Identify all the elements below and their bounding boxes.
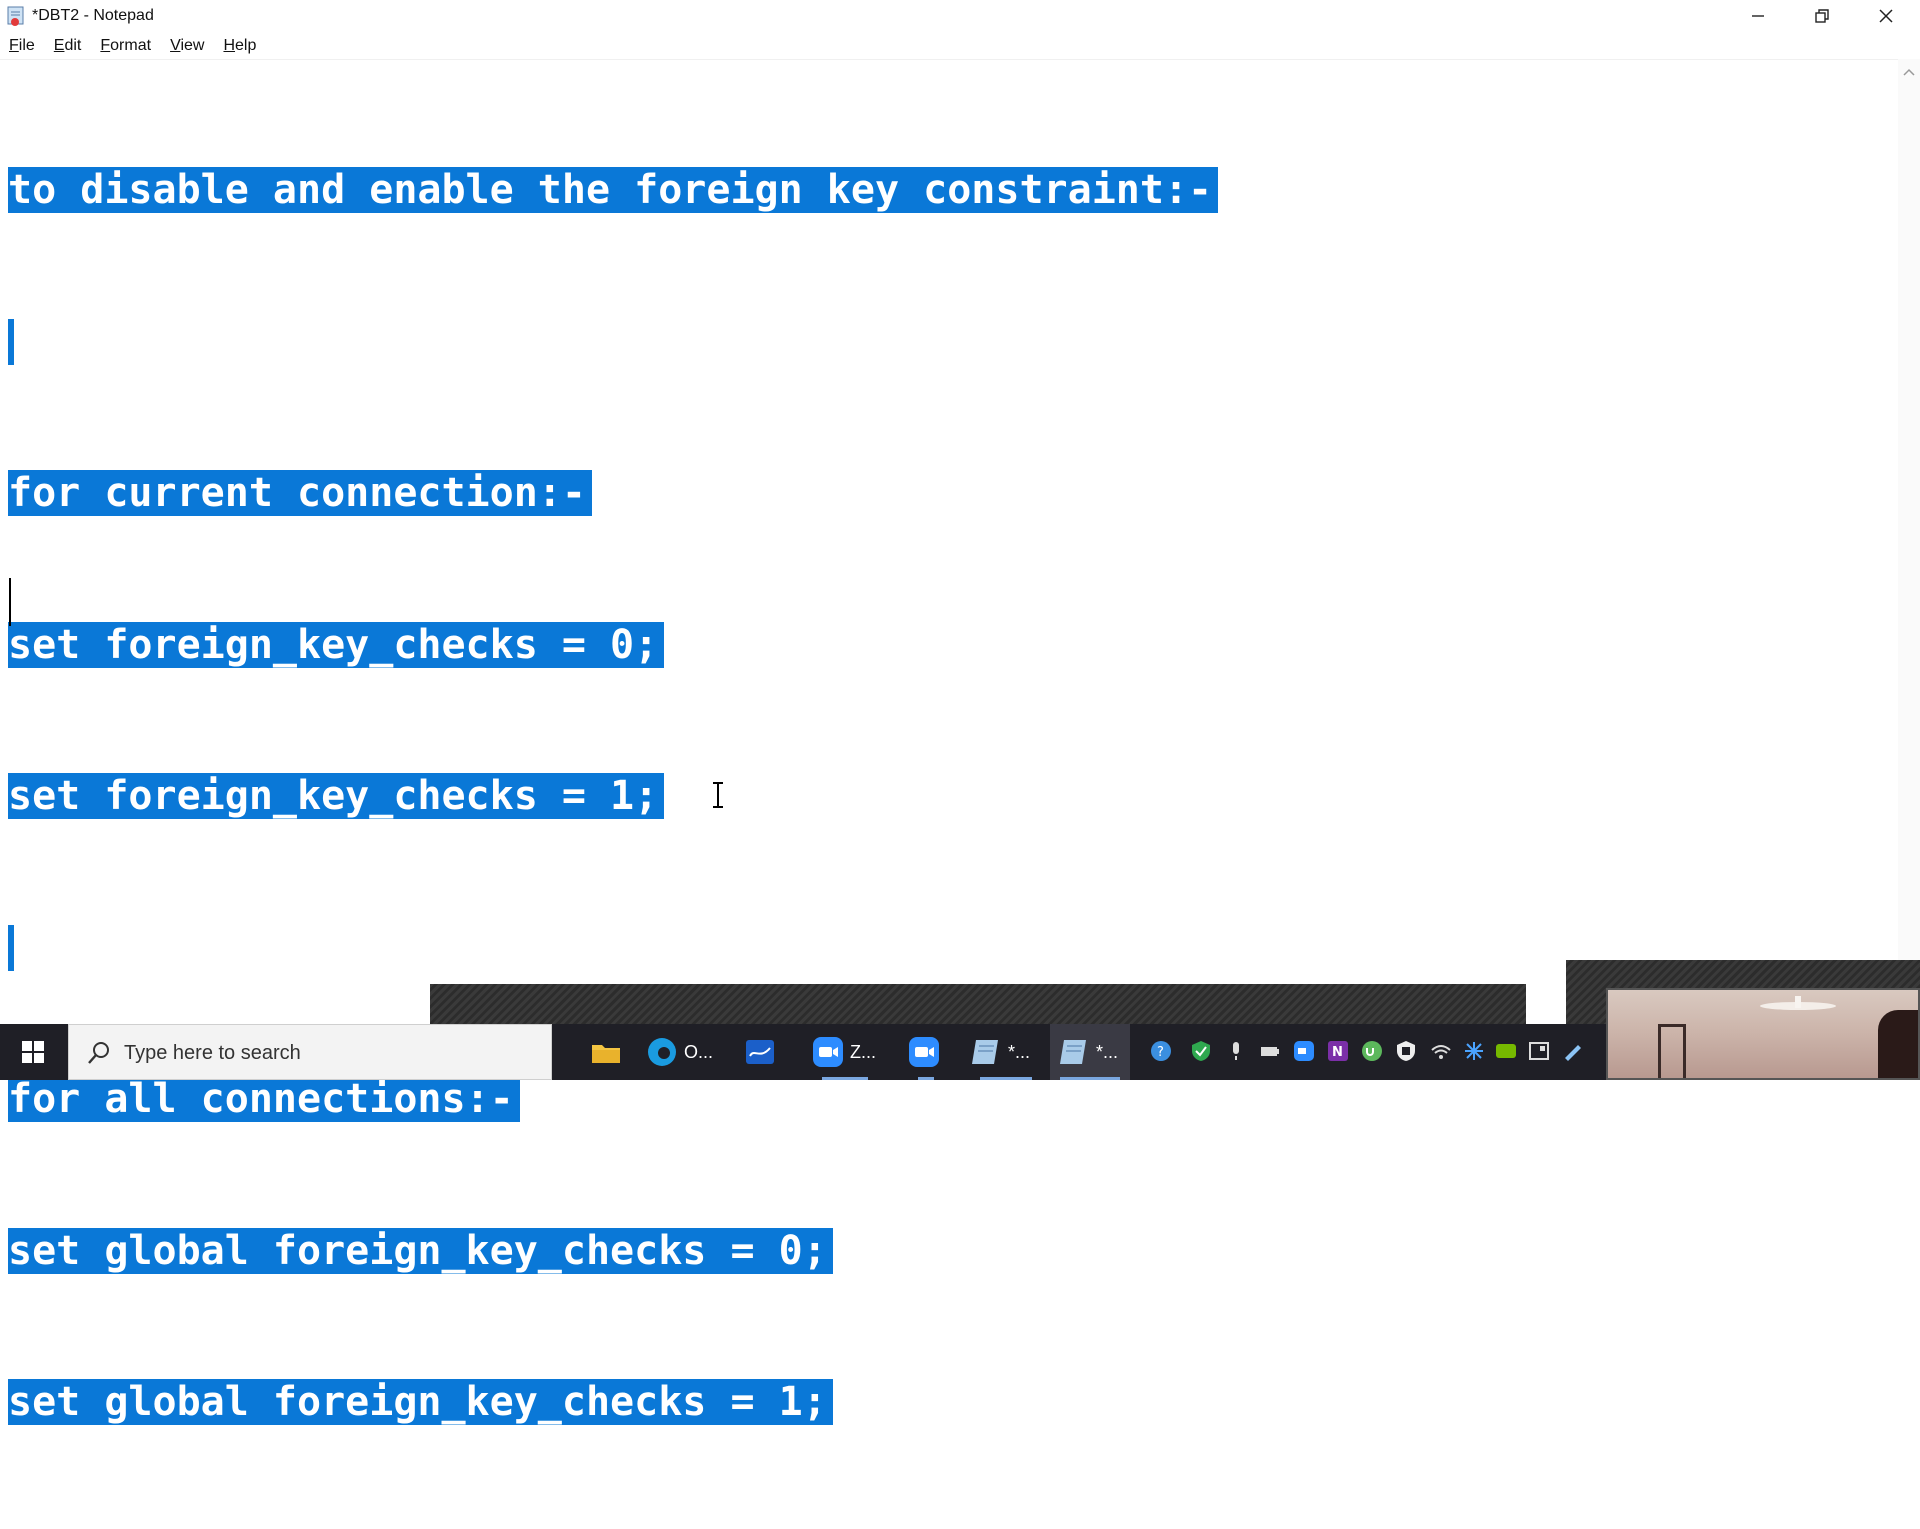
menu-bar: File Edit Format View Help — [0, 34, 275, 58]
search-placeholder: Type here to search — [124, 1042, 301, 1064]
menu-view[interactable]: View — [170, 37, 204, 55]
menu-help[interactable]: Help — [223, 37, 256, 55]
text-line: to disable and enable the foreign key co… — [8, 167, 1219, 213]
person-silhouette — [1878, 1010, 1918, 1078]
zoom-tray-icon[interactable] — [1293, 1040, 1315, 1062]
menu-file[interactable]: File — [9, 37, 35, 55]
taskbar-app-file-explorer[interactable] — [590, 1024, 630, 1080]
folder-icon — [592, 1045, 620, 1063]
menu-format[interactable]: Format — [100, 37, 151, 55]
ibeam-cursor-icon — [713, 782, 723, 808]
text-line: set foreign_key_checks = 0; — [8, 621, 665, 668]
taskbar-app-zoom[interactable]: Z... — [812, 1024, 878, 1080]
notepad-icon — [1060, 1040, 1086, 1064]
svg-text:?: ? — [1157, 1045, 1164, 1060]
restore-button[interactable] — [1790, 0, 1854, 32]
nvidia-icon[interactable] — [1495, 1040, 1517, 1062]
editor-content: to disable and enable the foreign key co… — [8, 64, 1219, 1529]
restore-icon — [1815, 9, 1829, 23]
search-icon — [88, 1042, 109, 1064]
text-line: for all connections:- — [8, 1076, 520, 1122]
notepad-icon — [972, 1040, 998, 1064]
scroll-up-icon[interactable] — [1903, 67, 1915, 77]
close-button[interactable] — [1854, 0, 1918, 32]
microphone-icon[interactable] — [1225, 1040, 1247, 1062]
shield-icon[interactable] — [1395, 1040, 1417, 1062]
close-icon — [1879, 9, 1893, 23]
window-title: *DBT2 - Notepad — [32, 7, 154, 24]
minimize-button[interactable] — [1726, 0, 1790, 32]
menu-edit[interactable]: Edit — [54, 37, 82, 55]
overlay-strip — [430, 984, 1526, 1024]
text-editor[interactable]: to disable and enable the foreign key co… — [0, 59, 1898, 1425]
ceiling-fan-icon — [1760, 996, 1836, 1010]
zoom-icon — [813, 1037, 843, 1067]
windows-icon — [22, 1041, 44, 1063]
notepad-icon — [7, 6, 24, 26]
text-line-empty — [8, 924, 14, 971]
whiteboard-icon — [746, 1040, 774, 1064]
text-line-empty — [8, 318, 14, 365]
taskbar-search[interactable]: Type here to search — [68, 1024, 552, 1080]
taskbar-app-notepad-2[interactable]: *... — [1050, 1024, 1130, 1080]
wifi-icon[interactable] — [1430, 1040, 1452, 1062]
pen-tool-icon[interactable] — [1562, 1040, 1584, 1062]
webcam-overlay — [1606, 988, 1920, 1080]
taskbar-app-edge[interactable]: O... — [646, 1024, 716, 1080]
help-icon[interactable]: ? — [1150, 1040, 1172, 1062]
vertical-scrollbar[interactable] — [1898, 59, 1920, 984]
edge-icon — [648, 1038, 676, 1066]
upwork-icon[interactable] — [1361, 1040, 1383, 1062]
title-bar: *DBT2 - Notepad — [0, 0, 1920, 32]
battery-icon[interactable] — [1259, 1040, 1281, 1062]
taskbar-app-whiteboard[interactable] — [744, 1024, 780, 1080]
text-line: set global foreign_key_checks = 1; — [8, 1379, 833, 1425]
snowflake-icon[interactable] — [1463, 1040, 1485, 1062]
text-caret — [9, 578, 11, 626]
display-icon[interactable] — [1528, 1040, 1550, 1062]
text-line: set global foreign_key_checks = 0; — [8, 1227, 833, 1274]
taskbar-app-notepad-1[interactable]: *... — [970, 1024, 1042, 1080]
security-check-icon[interactable] — [1190, 1040, 1212, 1062]
onenote-icon[interactable]: N — [1327, 1040, 1349, 1062]
text-line: for current connection:- — [8, 470, 592, 516]
taskbar-app-zoom-meeting[interactable] — [908, 1024, 944, 1080]
text-line: set foreign_key_checks = 1; — [8, 773, 665, 819]
doorway — [1658, 1024, 1686, 1078]
svg-text:N: N — [1332, 1045, 1343, 1060]
start-button[interactable] — [0, 1024, 66, 1080]
zoom-meeting-icon — [909, 1037, 939, 1067]
minimize-icon — [1752, 15, 1764, 17]
